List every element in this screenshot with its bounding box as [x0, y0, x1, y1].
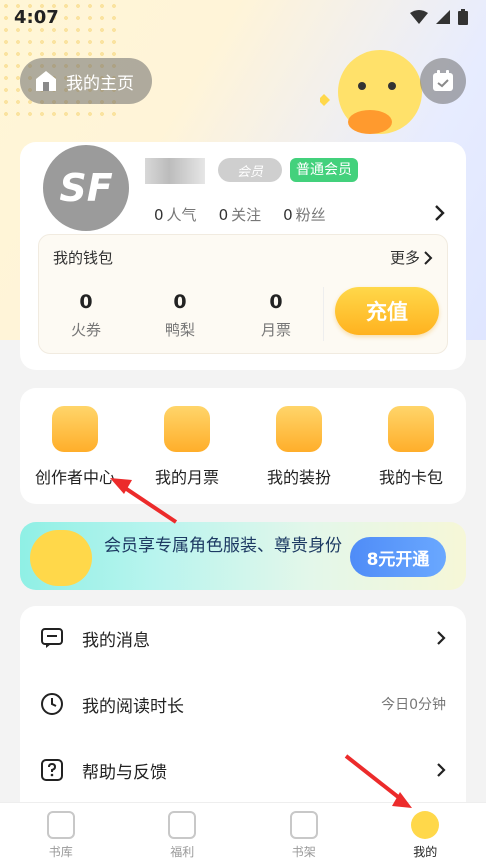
- wallet-label: 鸭梨: [164, 321, 195, 339]
- profile-card: SF 会员 普通会员 0 人气 0 关注 0 粉丝 我的钱包 更多 0 火券 0 鸭梨…: [20, 142, 466, 370]
- menu-label: 我的阅读时长: [82, 696, 184, 717]
- duck-sunglasses-icon: [30, 530, 92, 586]
- wallet-item-fire-ticket[interactable]: 0 火券: [51, 291, 121, 340]
- bottom-tab-bar: 书库 福利 书架 我的: [0, 802, 486, 864]
- wallet-more-label: 更多: [389, 249, 420, 267]
- message-icon: [41, 628, 63, 648]
- wallet-item-pear[interactable]: 0 鸭梨: [145, 291, 215, 340]
- my-homepage-button[interactable]: 我的主页: [20, 58, 152, 104]
- tab-label: 福利: [170, 845, 195, 859]
- member-level-tag: 普通会员: [290, 158, 358, 182]
- ticket-icon: [164, 406, 210, 452]
- vip-promo-banner[interactable]: 会员享专属角色服装、尊贵身份 8元开通: [20, 522, 466, 590]
- stat-following[interactable]: 0 关注: [219, 204, 262, 225]
- menu-label: 帮助与反馈: [82, 762, 167, 783]
- tab-bookshelf[interactable]: 书架: [243, 803, 365, 864]
- gift-icon: [168, 811, 197, 839]
- wallet-label: 火券: [70, 321, 101, 339]
- feature-label: 创作者中心: [34, 468, 115, 487]
- menu-list: 我的消息 我的阅读时长 今日0分钟 帮助与反馈: [20, 606, 466, 806]
- menu-label: 我的消息: [82, 630, 150, 651]
- avatar[interactable]: SF: [40, 142, 132, 234]
- tab-welfare[interactable]: 福利: [122, 803, 244, 864]
- tab-label: 书库: [48, 845, 73, 859]
- chevron-right-icon: [437, 763, 446, 777]
- clock-icon: [41, 693, 63, 715]
- feature-creator-center[interactable]: 创作者中心: [20, 406, 130, 488]
- stat-fans[interactable]: 0 粉丝: [283, 204, 326, 225]
- vip-badge: 会员: [218, 158, 282, 182]
- feature-label: 我的装扮: [266, 468, 331, 487]
- library-icon: [46, 811, 75, 839]
- help-icon: [41, 759, 63, 781]
- chevron-right-icon: [424, 250, 433, 265]
- star-icon: [276, 406, 322, 452]
- bookshelf-icon: [289, 811, 318, 839]
- status-bar: 4:07: [0, 0, 486, 34]
- menu-item-reading-time[interactable]: 我的阅读时长 今日0分钟: [20, 672, 466, 736]
- chevron-right-icon: [437, 631, 446, 645]
- home-icon: [36, 71, 56, 91]
- divider: [323, 287, 324, 341]
- chevron-right-icon[interactable]: [434, 204, 446, 222]
- calendar-checkin-button[interactable]: [420, 58, 466, 104]
- menu-value: 今日0分钟: [381, 697, 446, 713]
- signal-icon: [436, 10, 450, 24]
- feature-my-dressup[interactable]: 我的装扮: [244, 406, 354, 488]
- calendar-icon: [433, 70, 453, 91]
- wallet-more-link[interactable]: 更多: [390, 247, 433, 268]
- open-vip-button[interactable]: 8元开通: [350, 537, 446, 577]
- feature-label: 我的卡包: [378, 468, 443, 487]
- feature-my-monthly-ticket[interactable]: 我的月票: [132, 406, 242, 488]
- wallet-item-monthly-ticket[interactable]: 0 月票: [241, 291, 311, 340]
- feature-my-card-pack[interactable]: 我的卡包: [356, 406, 466, 488]
- tab-library[interactable]: 书库: [0, 803, 122, 864]
- creator-icon: [52, 406, 98, 452]
- stat-popularity[interactable]: 0 人气: [154, 204, 197, 225]
- menu-item-help-feedback[interactable]: 帮助与反馈: [20, 738, 466, 802]
- wallet-value: 0: [173, 291, 187, 313]
- tab-label: 我的: [413, 845, 438, 859]
- wifi-icon: [410, 10, 428, 24]
- username-blurred: [145, 158, 205, 184]
- feature-label: 我的月票: [154, 468, 219, 487]
- wallet-value: 0: [269, 291, 283, 313]
- wallet-label: 月票: [260, 321, 291, 339]
- my-homepage-label: 我的主页: [66, 73, 134, 94]
- duck-mascot-illustration: [320, 50, 422, 134]
- banner-text: 会员享专属角色服装、尊贵身份: [104, 536, 342, 556]
- wallet-panel: 我的钱包 更多 0 火券 0 鸭梨 0 月票 充值: [38, 234, 448, 354]
- tab-label: 书架: [291, 845, 316, 859]
- profile-stats[interactable]: 0 人气 0 关注 0 粉丝: [154, 204, 326, 225]
- status-time: 4:07: [14, 6, 59, 28]
- recharge-button[interactable]: 充值: [335, 287, 439, 335]
- profile-icon: [411, 811, 440, 839]
- card-icon: [388, 406, 434, 452]
- status-icons: [410, 9, 468, 25]
- feature-grid: 创作者中心 我的月票 我的装扮 我的卡包: [20, 388, 466, 504]
- wallet-title: 我的钱包: [53, 249, 114, 267]
- tab-mine[interactable]: 我的: [365, 803, 486, 864]
- menu-item-messages[interactable]: 我的消息: [20, 606, 466, 670]
- battery-icon: [458, 9, 468, 25]
- wallet-value: 0: [79, 291, 93, 313]
